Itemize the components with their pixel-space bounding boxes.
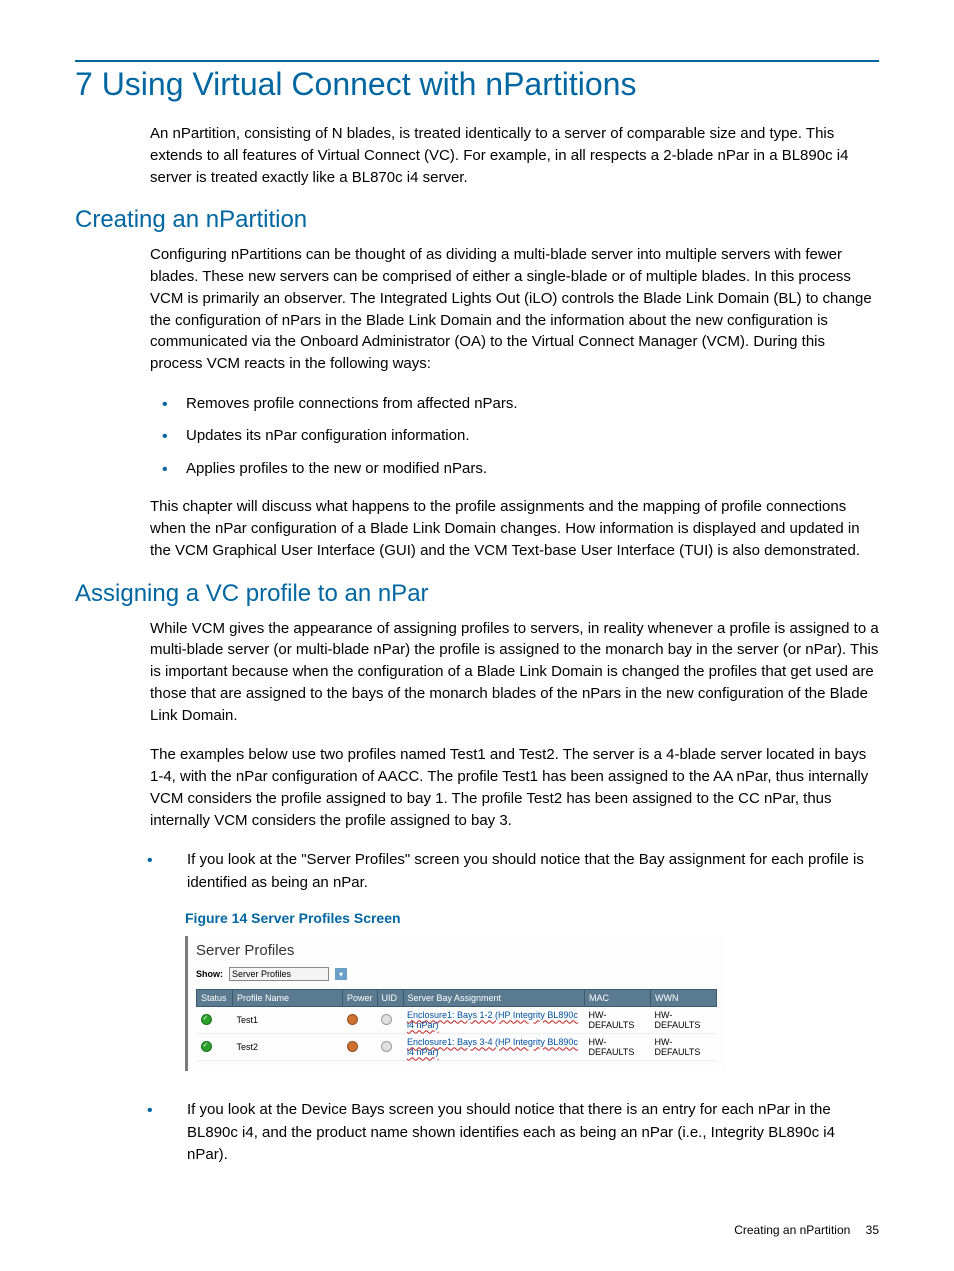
page-footer: Creating an nPartition 35 <box>734 1223 879 1237</box>
chapter-intro: An nPartition, consisting of N blades, i… <box>150 123 879 188</box>
bay-assignment-link[interactable]: Enclosure1: Bays 3-4 (HP Integrity BL890… <box>407 1037 578 1057</box>
col-bay: Server Bay Assignment <box>403 990 584 1007</box>
status-ok-icon <box>201 1014 212 1025</box>
uid-icon[interactable] <box>381 1041 392 1052</box>
panel-title: Server Profiles <box>196 942 717 959</box>
cell-profile: Test2 <box>233 1034 343 1061</box>
list-item: If you look at the "Server Profiles" scr… <box>135 849 879 894</box>
uid-icon[interactable] <box>381 1014 392 1025</box>
section1-para1: Configuring nPartitions can be thought o… <box>150 244 879 375</box>
cell-wwn: HW-DEFAULTS <box>651 1007 717 1034</box>
status-ok-icon <box>201 1041 212 1052</box>
col-power: Power <box>343 990 378 1007</box>
list-item: Updates its nPar configuration informati… <box>150 425 879 448</box>
cell-mac: HW-DEFAULTS <box>585 1007 651 1034</box>
section1-para2: This chapter will discuss what happens t… <box>150 496 879 561</box>
show-select-value: Server Profiles <box>232 969 291 979</box>
list-item: If you look at the Device Bays screen yo… <box>135 1099 879 1167</box>
page-number: 35 <box>866 1223 879 1237</box>
show-filter-row: Show: Server Profiles ▾ <box>196 967 717 981</box>
col-profile: Profile Name <box>233 990 343 1007</box>
section2-bullets-2: If you look at the Device Bays screen yo… <box>135 1099 879 1167</box>
col-status: Status <box>197 990 233 1007</box>
table-header-row: Status Profile Name Power UID Server Bay… <box>197 990 717 1007</box>
col-wwn: WWN <box>651 990 717 1007</box>
top-rule <box>75 60 879 62</box>
figure-caption: Figure 14 Server Profiles Screen <box>185 910 879 926</box>
server-profiles-table: Status Profile Name Power UID Server Bay… <box>196 989 717 1061</box>
cell-profile: Test1 <box>233 1007 343 1034</box>
chapter-title: 7 Using Virtual Connect with nPartitions <box>75 66 879 103</box>
heading-assigning-profile: Assigning a VC profile to an nPar <box>75 580 879 608</box>
show-select[interactable]: Server Profiles <box>229 967 329 981</box>
section2-bullets: If you look at the "Server Profiles" scr… <box>135 849 879 894</box>
power-icon[interactable] <box>347 1041 358 1052</box>
heading-creating-npartition: Creating an nPartition <box>75 206 879 234</box>
cell-mac: HW-DEFAULTS <box>585 1034 651 1061</box>
section2-para1: While VCM gives the appearance of assign… <box>150 618 879 727</box>
section2-para2: The examples below use two profiles name… <box>150 744 879 831</box>
show-label: Show: <box>196 969 223 979</box>
section1-bullets: Removes profile connections from affecte… <box>150 393 879 481</box>
footer-text: Creating an nPartition <box>734 1223 850 1237</box>
power-icon[interactable] <box>347 1014 358 1025</box>
table-row: Test2 Enclosure1: Bays 3-4 (HP Integrity… <box>197 1034 717 1061</box>
server-profiles-screenshot: Server Profiles Show: Server Profiles ▾ … <box>185 936 725 1071</box>
col-mac: MAC <box>585 990 651 1007</box>
list-item: Removes profile connections from affecte… <box>150 393 879 416</box>
list-item: Applies profiles to the new or modified … <box>150 458 879 481</box>
bay-assignment-link[interactable]: Enclosure1: Bays 1-2 (HP Integrity BL890… <box>407 1010 578 1030</box>
chevron-down-icon[interactable]: ▾ <box>335 968 347 980</box>
table-row: Test1 Enclosure1: Bays 1-2 (HP Integrity… <box>197 1007 717 1034</box>
col-uid: UID <box>377 990 403 1007</box>
cell-wwn: HW-DEFAULTS <box>651 1034 717 1061</box>
